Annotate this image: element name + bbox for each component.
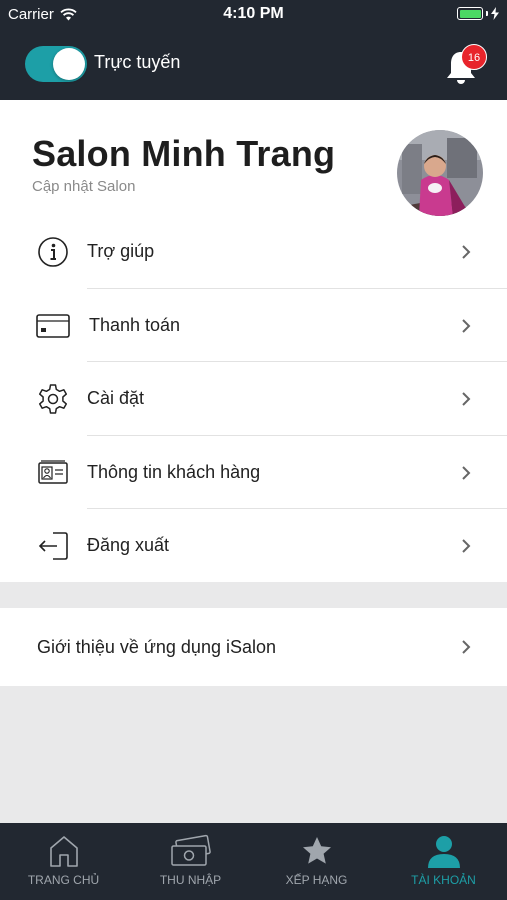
menu-item-settings[interactable]: Cài đặt xyxy=(0,362,507,435)
credit-card-icon xyxy=(36,309,70,343)
tab-label: TÀI KHOẢN xyxy=(411,873,476,887)
chevron-right-icon xyxy=(462,538,471,553)
star-icon xyxy=(302,837,331,864)
menu-item-logout[interactable]: Đăng xuất xyxy=(0,509,507,582)
notification-badge: 16 xyxy=(461,44,487,70)
tab-label: TRANG CHỦ xyxy=(27,873,100,887)
menu-item-label: Thanh toán xyxy=(89,315,181,335)
online-status-label: Trực tuyến xyxy=(94,52,181,72)
money-icon xyxy=(170,834,211,866)
tab-income[interactable]: THU NHẬP xyxy=(127,823,254,900)
about-app-row[interactable]: Giới thiệu về ứng dụng iSalon xyxy=(0,608,507,686)
logout-icon xyxy=(36,529,70,563)
tab-account[interactable]: TÀI KHOẢN xyxy=(380,823,507,900)
notifications-button[interactable]: 16 xyxy=(443,44,489,84)
contact-card-icon xyxy=(36,456,70,490)
tab-label: XẾP HẠNG xyxy=(285,873,348,887)
gear-icon xyxy=(36,382,70,416)
battery-icon xyxy=(457,7,483,20)
menu-item-customer-info[interactable]: Thông tin khách hàng xyxy=(0,436,507,509)
menu-item-payment[interactable]: Thanh toán xyxy=(0,289,507,362)
menu-item-label: Thông tin khách hàng xyxy=(87,462,261,482)
menu-item-label: Đăng xuất xyxy=(87,535,170,555)
menu-item-help[interactable]: Trợ giúp xyxy=(0,215,507,288)
battery-indicator xyxy=(457,7,499,20)
home-icon xyxy=(49,836,78,867)
bottom-tab-bar: TRANG CHỦ THU NHẬP XẾP HẠNG TÀI KHOẢN xyxy=(0,823,507,900)
avatar-image xyxy=(397,130,483,216)
tab-home[interactable]: TRANG CHỦ xyxy=(0,823,127,900)
avatar[interactable] xyxy=(397,130,483,216)
chevron-right-icon xyxy=(462,465,471,480)
info-icon xyxy=(36,235,70,269)
menu-item-label: Cài đặt xyxy=(87,388,145,408)
chevron-right-icon xyxy=(462,391,471,406)
chevron-right-icon xyxy=(462,244,471,259)
user-icon xyxy=(427,836,460,868)
salon-name: Salon Minh Trang xyxy=(32,133,336,174)
menu-item-label: Trợ giúp xyxy=(87,241,155,261)
tab-label: THU NHẬP xyxy=(159,873,222,887)
tab-ranking[interactable]: XẾP HẠNG xyxy=(253,823,380,900)
clock: 4:10 PM xyxy=(223,5,284,22)
chevron-right-icon xyxy=(462,318,471,333)
account-panel: Salon Minh Trang Cập nhật Salon Trợ giúp… xyxy=(0,100,507,582)
update-salon-link[interactable]: Cập nhật Salon xyxy=(32,178,135,195)
toggle-knob xyxy=(53,48,85,80)
status-bar: Carrier 4:10 PM xyxy=(0,0,507,28)
chevron-right-icon xyxy=(462,640,471,654)
about-app-label: Giới thiệu về ứng dụng iSalon xyxy=(37,637,277,657)
app-header: Carrier 4:10 PM Trực tuyến 16 xyxy=(0,0,507,100)
charging-bolt-icon xyxy=(491,7,499,20)
online-toggle[interactable] xyxy=(25,46,87,82)
